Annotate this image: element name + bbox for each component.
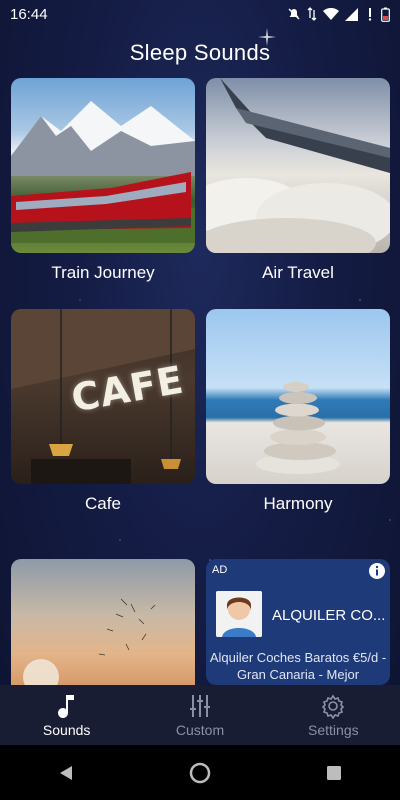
- sound-card-cafe[interactable]: CAFE Cafe: [11, 309, 195, 514]
- nav-item-custom[interactable]: Custom: [133, 685, 266, 745]
- sliders-icon: [189, 694, 210, 717]
- nav-item-settings[interactable]: Settings: [267, 685, 400, 745]
- sound-card-train-journey[interactable]: Train Journey: [11, 78, 195, 283]
- harmony-image: [206, 309, 390, 484]
- sound-card-air-travel[interactable]: Air Travel: [206, 78, 390, 283]
- status-time: 16:44: [10, 5, 48, 23]
- air-travel-image: [206, 78, 390, 253]
- nav-label: Settings: [308, 721, 359, 738]
- nav-item-sounds[interactable]: Sounds: [0, 685, 133, 745]
- data-arrows-icon: [307, 7, 317, 21]
- status-bar: 16:44: [0, 0, 400, 28]
- music-note-icon: [57, 694, 74, 718]
- ad-description: Alquiler Coches Baratos €5/d - Gran Cana…: [209, 650, 387, 682]
- bottom-nav: Sounds Custom Settings: [0, 685, 400, 745]
- ad-avatar: [216, 591, 262, 637]
- nav-label: Sounds: [42, 721, 91, 738]
- page-title: Sleep Sounds: [129, 40, 271, 65]
- gear-icon: [322, 694, 345, 719]
- train-journey-image: [11, 78, 195, 253]
- info-icon[interactable]: [368, 562, 386, 580]
- mute-icon: [288, 8, 300, 20]
- sound-label: Cafe: [85, 494, 121, 513]
- recents-icon[interactable]: [325, 764, 343, 782]
- sound-label: Harmony: [263, 494, 333, 513]
- sound-card-harmony[interactable]: Harmony: [206, 309, 390, 514]
- cafe-image: CAFE: [11, 309, 195, 484]
- ad-title: ALQUILER CO...: [272, 607, 386, 624]
- status-icons: [287, 7, 390, 22]
- battery-icon: [381, 7, 390, 22]
- back-icon[interactable]: [57, 764, 75, 782]
- system-nav-bar: [0, 745, 400, 800]
- wifi-icon: [323, 7, 339, 20]
- dandelion-image: [11, 559, 195, 685]
- no-sim-icon: [368, 8, 372, 21]
- ad-badge: AD: [212, 564, 228, 576]
- nav-label: Custom: [175, 721, 225, 738]
- sound-label: Air Travel: [262, 263, 334, 282]
- sound-card-dandelion[interactable]: [11, 559, 195, 685]
- sound-label: Train Journey: [51, 263, 155, 282]
- ad-card[interactable]: AD ALQUILER CO... Alquiler Coches Barato…: [206, 559, 390, 685]
- home-icon[interactable]: [188, 761, 212, 785]
- signal-icon: [345, 7, 358, 21]
